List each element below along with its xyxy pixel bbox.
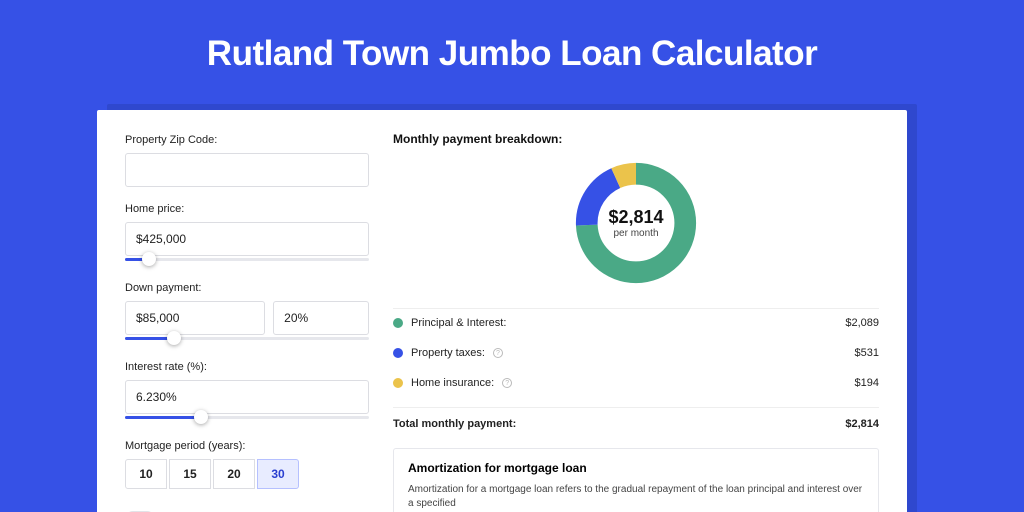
legend-row-taxes: Property taxes: ? $531 bbox=[393, 343, 879, 359]
legend-label: Home insurance: bbox=[411, 377, 494, 389]
legend-label: Principal & Interest: bbox=[411, 317, 506, 329]
legend-value: $194 bbox=[855, 377, 879, 389]
zip-input[interactable] bbox=[125, 153, 369, 187]
swatch-icon bbox=[393, 318, 403, 328]
breakdown-title: Monthly payment breakdown: bbox=[393, 132, 879, 146]
rate-input[interactable] bbox=[125, 380, 369, 414]
down-slider[interactable] bbox=[125, 337, 369, 353]
legend: Principal & Interest: $2,089 Property ta… bbox=[393, 308, 879, 430]
legend-row-insurance: Home insurance: ? $194 bbox=[393, 373, 879, 389]
swatch-icon bbox=[393, 348, 403, 358]
donut-center: $2,814 per month bbox=[571, 158, 701, 288]
donut-wrap: $2,814 per month bbox=[393, 146, 879, 308]
amort-box: Amortization for mortgage loan Amortizat… bbox=[393, 448, 879, 512]
down-row bbox=[125, 301, 369, 335]
swatch-icon bbox=[393, 378, 403, 388]
page-root: Rutland Town Jumbo Loan Calculator Prope… bbox=[0, 0, 1024, 512]
info-icon[interactable]: ? bbox=[502, 378, 512, 388]
amort-title: Amortization for mortgage loan bbox=[408, 461, 864, 475]
price-slider[interactable] bbox=[125, 258, 369, 274]
period-15[interactable]: 15 bbox=[169, 459, 211, 489]
period-10[interactable]: 10 bbox=[125, 459, 167, 489]
legend-row-principal: Principal & Interest: $2,089 bbox=[393, 313, 879, 329]
donut-amount: $2,814 bbox=[608, 207, 663, 228]
down-label: Down payment: bbox=[125, 282, 369, 294]
card-shadow: Property Zip Code: Home price: Down paym… bbox=[107, 104, 917, 512]
down-percent-input[interactable] bbox=[273, 301, 369, 335]
breakdown-panel: Monthly payment breakdown: $2,814 per mo… bbox=[393, 132, 879, 512]
period-group: 10 15 20 30 bbox=[125, 459, 369, 489]
form-panel: Property Zip Code: Home price: Down paym… bbox=[125, 132, 369, 512]
page-title: Rutland Town Jumbo Loan Calculator bbox=[207, 34, 817, 74]
rate-slider[interactable] bbox=[125, 416, 369, 432]
legend-row-total: Total monthly payment: $2,814 bbox=[393, 407, 879, 430]
price-input[interactable] bbox=[125, 222, 369, 256]
period-20[interactable]: 20 bbox=[213, 459, 255, 489]
amort-text: Amortization for a mortgage loan refers … bbox=[408, 483, 864, 511]
period-30[interactable]: 30 bbox=[257, 459, 299, 489]
rate-label: Interest rate (%): bbox=[125, 361, 369, 373]
total-value: $2,814 bbox=[845, 418, 879, 430]
zip-label: Property Zip Code: bbox=[125, 134, 369, 146]
calculator-card: Property Zip Code: Home price: Down paym… bbox=[97, 110, 907, 512]
info-icon[interactable]: ? bbox=[493, 348, 503, 358]
legend-value: $2,089 bbox=[845, 317, 879, 329]
donut-sub: per month bbox=[613, 228, 658, 239]
total-label: Total monthly payment: bbox=[393, 418, 516, 430]
down-amount-input[interactable] bbox=[125, 301, 265, 335]
legend-label: Property taxes: bbox=[411, 347, 485, 359]
price-label: Home price: bbox=[125, 203, 369, 215]
period-label: Mortgage period (years): bbox=[125, 440, 369, 452]
legend-value: $531 bbox=[855, 347, 879, 359]
donut-chart: $2,814 per month bbox=[571, 158, 701, 288]
